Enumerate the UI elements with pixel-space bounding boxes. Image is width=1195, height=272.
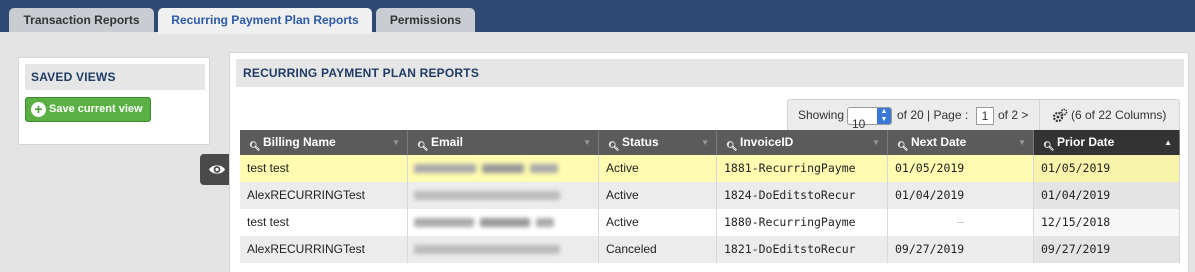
column-header-next-date[interactable]: 🔍︎ Next Date ▼ <box>888 130 1034 155</box>
column-header-email[interactable]: 🔍︎ Email ▼ <box>408 130 599 155</box>
eye-icon <box>209 165 225 174</box>
prior-date-cell: 12/15/2018 <box>1034 209 1180 236</box>
showing-label: Showing <box>798 108 845 122</box>
status-cell: Active <box>599 209 717 236</box>
sort-icon: ▼ <box>1018 138 1026 147</box>
next-date-cell: 01/04/2019 <box>888 182 1034 209</box>
page-size-select[interactable]: 10 ▲ ▼ <box>847 107 892 131</box>
column-chooser-button[interactable]: (6 of 22 Columns) <box>1040 99 1180 131</box>
report-panel: RECURRING PAYMENT PLAN REPORTS Showing 1… <box>229 52 1189 272</box>
plus-circle-icon: + <box>31 102 46 117</box>
billing-name-cell: test test <box>240 155 408 182</box>
next-date-cell: 01/05/2019 <box>888 155 1034 182</box>
report-title: RECURRING PAYMENT PLAN REPORTS <box>236 59 1184 87</box>
invoice-id-cell: 1824-DoEditstoRecur <box>717 182 888 209</box>
email-cell-redacted <box>408 182 599 209</box>
column-header-invoice-id[interactable]: 🔍︎ InvoiceID ▼ <box>717 130 888 155</box>
prior-date-cell: 01/04/2019 <box>1034 182 1180 209</box>
sort-icon: ▼ <box>701 138 709 147</box>
pagination-toolbar: Showing 10 ▲ ▼ of 20 | Page : 1 of 2 > <box>787 99 1040 131</box>
email-cell-redacted <box>408 236 599 263</box>
billing-name-cell: AlexRECURRINGTest <box>240 236 408 263</box>
next-date-cell: 09/27/2019 <box>888 236 1034 263</box>
select-arrows-icon: ▲ ▼ <box>877 108 891 124</box>
next-date-cell: — <box>888 209 1034 236</box>
invoice-id-cell: 1821-DoEditstoRecur <box>717 236 888 263</box>
saved-views-panel: SAVED VIEWS + Save current view <box>18 57 210 145</box>
prior-date-cell: 01/05/2019 <box>1034 155 1180 182</box>
tab-transaction-reports[interactable]: Transaction Reports <box>9 8 154 32</box>
billing-name-cell: test test <box>240 209 408 236</box>
sort-ascending-icon: ▲ <box>1164 138 1172 147</box>
table-row[interactable]: test test Active 1880-RecurringPayme — 1… <box>240 209 1180 236</box>
prior-date-cell: 09/27/2019 <box>1034 236 1180 263</box>
invoice-id-cell: 1880-RecurringPayme <box>717 209 888 236</box>
billing-name-cell: AlexRECURRINGTest <box>240 182 408 209</box>
page-number-input[interactable]: 1 <box>976 107 994 125</box>
top-nav-bar: Transaction Reports Recurring Payment Pl… <box>0 0 1195 34</box>
status-cell: Active <box>599 182 717 209</box>
invoice-id-cell: 1881-RecurringPayme <box>717 155 888 182</box>
tab-permissions[interactable]: Permissions <box>376 8 475 32</box>
sort-icon: ▼ <box>392 138 400 147</box>
gears-icon <box>1052 108 1068 123</box>
status-cell: Canceled <box>599 236 717 263</box>
table-header-row: 🔍︎ Billing Name ▼ 🔍︎ Email ▼ 🔍︎ Status ▼ 🔍︎ Inv… <box>240 130 1180 155</box>
column-header-prior-date[interactable]: 🔍︎ Prior Date ▲ <box>1034 130 1180 155</box>
saved-views-title: SAVED VIEWS <box>25 64 205 90</box>
tab-recurring-payment-plan-reports[interactable]: Recurring Payment Plan Reports <box>158 8 372 34</box>
status-cell: Active <box>599 155 717 182</box>
page-count-label: of 20 | Page : <box>897 108 969 122</box>
column-header-billing-name[interactable]: 🔍︎ Billing Name ▼ <box>240 130 408 155</box>
sort-icon: ▼ <box>583 138 591 147</box>
column-header-status[interactable]: 🔍︎ Status ▼ <box>599 130 717 155</box>
save-current-view-label: Save current view <box>49 103 143 115</box>
columns-count-label: (6 of 22 Columns) <box>1071 108 1167 122</box>
email-cell-redacted <box>408 155 599 182</box>
save-current-view-button[interactable]: + Save current view <box>25 97 151 122</box>
sort-icon: ▼ <box>872 138 880 147</box>
table-row[interactable]: AlexRECURRINGTest Active 1824-DoEditstoR… <box>240 182 1180 209</box>
table-row[interactable]: AlexRECURRINGTest Canceled 1821-DoEditst… <box>240 236 1180 263</box>
email-cell-redacted <box>408 209 599 236</box>
table-row[interactable]: test test Active 1881-RecurringPayme 01/… <box>240 155 1180 182</box>
next-page-link[interactable]: of 2 > <box>998 108 1028 122</box>
